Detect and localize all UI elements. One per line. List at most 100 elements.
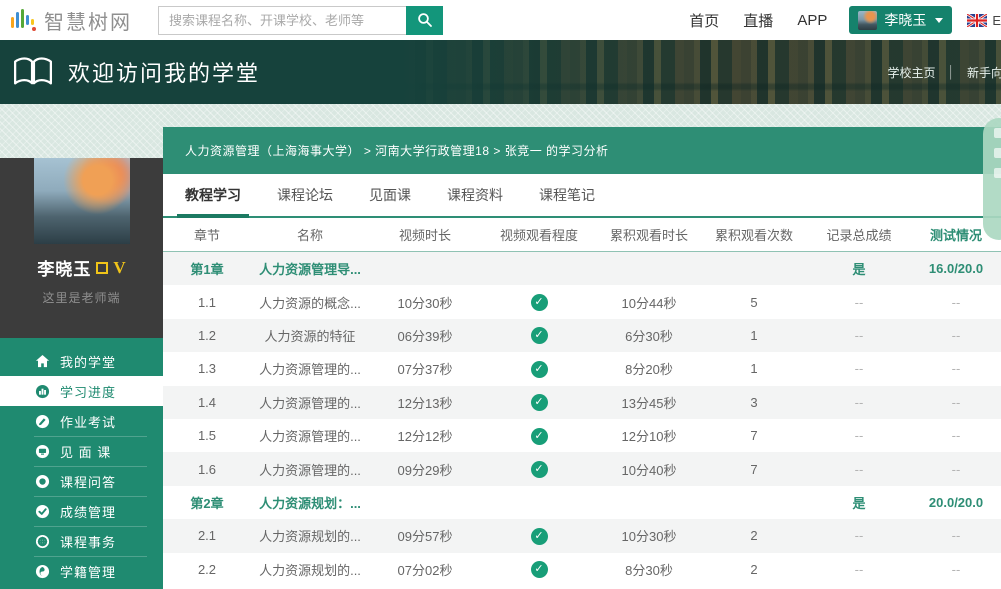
floating-widget[interactable]: [983, 118, 1001, 240]
newbie-guide-link[interactable]: 新手向导: [967, 64, 1001, 81]
nav-live-link[interactable]: 直播: [743, 10, 773, 31]
breadcrumb: 人力资源管理（上海海事大学） > 河南大学行政管理18 > 张竞一 的学习分析: [163, 127, 1001, 174]
sidebar-item-learning-progress[interactable]: 学习进度: [0, 376, 163, 406]
column-header-section: 章节: [163, 225, 251, 244]
cell-watch-count: 7: [701, 462, 807, 477]
search-icon: [417, 12, 433, 28]
welcome-banner: 欢迎访问我的学堂 学校主页 │ 新手向导: [0, 40, 1001, 104]
language-switcher[interactable]: E: [967, 13, 1001, 28]
cell-section: 1.6: [163, 462, 251, 477]
cell-name: 人力资源的特征: [251, 326, 369, 345]
cell-watch-degree: ✓: [481, 293, 597, 311]
sidebar-item-label: 我的学堂: [60, 352, 116, 371]
sidebar-item-course-qa[interactable]: 课程问答: [0, 466, 163, 496]
logo-bars-icon: [10, 7, 37, 34]
cell-watch-degree: ✓: [481, 427, 597, 445]
cell-video-duration: 10分30秒: [369, 293, 481, 312]
cell-test-status: --: [911, 462, 1001, 477]
chevron-down-icon: [935, 18, 943, 23]
table-row: 2.2 人力资源规划的... 07分02秒 ✓ 8分30秒 2 -- --: [163, 553, 1001, 586]
school-home-link[interactable]: 学校主页: [887, 64, 935, 81]
profile-avatar: [34, 158, 130, 244]
sidebar-item-course-affairs[interactable]: 课程事务: [0, 526, 163, 556]
tab-meeting-class[interactable]: 见面课: [369, 174, 411, 216]
student-roster-icon: [34, 564, 51, 579]
cell-section: 1.3: [163, 361, 251, 376]
cell-watch-degree: ✓: [481, 360, 597, 378]
language-label: E: [992, 13, 1001, 28]
search-button[interactable]: [406, 6, 443, 35]
tab-course-forum[interactable]: 课程论坛: [277, 174, 333, 216]
sidebar-item-grade-management[interactable]: 成绩管理: [0, 496, 163, 526]
watched-check-icon: ✓: [531, 294, 548, 311]
floating-widget-dot: [994, 148, 1001, 158]
sidebar-item-label: 成绩管理: [60, 502, 116, 521]
user-dropdown[interactable]: 李晓玉: [849, 6, 952, 34]
search-input[interactable]: [158, 6, 406, 35]
sidebar: 李晓玉 V 这里是老师端 我的学堂 学习进度 作业考试: [0, 127, 163, 589]
cell-recorded-score: --: [807, 395, 911, 410]
breadcrumb-text: 人力资源管理（上海海事大学） > 河南大学行政管理18 > 张竞一 的学习分析: [185, 142, 609, 159]
cell-total-time: 8分20秒: [597, 359, 701, 378]
cell-recorded-score: --: [807, 462, 911, 477]
sidebar-item-student-roster[interactable]: 学籍管理: [0, 556, 163, 586]
uk-flag-icon: [967, 14, 987, 27]
cell-section: 第2章: [163, 493, 251, 512]
sidebar-item-label: 课程问答: [60, 472, 116, 491]
cell-watch-count: 3: [701, 395, 807, 410]
cell-name: 人力资源规划：...: [251, 493, 369, 512]
cell-watch-degree: ✓: [481, 326, 597, 344]
brand-name: 智慧树网: [44, 6, 132, 35]
sidebar-menu: 我的学堂 学习进度 作业考试 见 面 课 课程问答: [0, 338, 163, 589]
table-header: 章节 名称 视频时长 视频观看程度 累积观看时长 累积观看次数 记录总成绩 测试…: [163, 218, 1001, 252]
cell-test-status: --: [911, 361, 1001, 376]
cell-test-status: --: [911, 328, 1001, 343]
sidebar-item-meeting-class[interactable]: 见 面 课: [0, 436, 163, 466]
cell-total-time: 10分30秒: [597, 526, 701, 545]
profile-name: 李晓玉: [37, 255, 91, 280]
cell-watch-degree: ✓: [481, 527, 597, 545]
cell-total-time: 13分45秒: [597, 393, 701, 412]
cell-video-duration: 07分37秒: [369, 359, 481, 378]
cell-name: 人力资源管理的...: [251, 393, 369, 412]
table-row: 1.5 人力资源管理的... 12分12秒 ✓ 12分10秒 7 -- --: [163, 419, 1001, 452]
nav-app-link[interactable]: APP: [797, 12, 827, 29]
open-book-icon: [12, 56, 54, 88]
brand-logo[interactable]: 智慧树网: [10, 6, 132, 35]
content-panel: 教程学习 课程论坛 见面课 课程资料 课程笔记 章节 名称 视频时长 视频观看程…: [163, 174, 1001, 589]
cell-total-time: 12分10秒: [597, 426, 701, 445]
cell-test-status: 16.0/20.0: [911, 261, 1001, 276]
table-row: 第2章 人力资源规划：... 是 20.0/20.0: [163, 486, 1001, 519]
tab-course-notes[interactable]: 课程笔记: [539, 174, 595, 216]
column-header-watch-degree: 视频观看程度: [481, 225, 597, 244]
cell-recorded-score: --: [807, 295, 911, 310]
cell-video-duration: 07分02秒: [369, 560, 481, 579]
sidebar-item-homework-exam[interactable]: 作业考试: [0, 406, 163, 436]
sidebar-item-label: 见 面 课: [60, 442, 111, 461]
cell-name: 人力资源的概念...: [251, 293, 369, 312]
cell-total-time: 6分30秒: [597, 326, 701, 345]
course-affairs-icon: [34, 534, 51, 549]
user-name: 李晓玉: [884, 10, 926, 30]
cell-recorded-score: --: [807, 328, 911, 343]
watched-check-icon: ✓: [531, 327, 548, 344]
table-row: 1.6 人力资源管理的... 09分29秒 ✓ 10分40秒 7 -- --: [163, 452, 1001, 485]
sidebar-item-my-classroom[interactable]: 我的学堂: [0, 346, 163, 376]
table-row: 第1章 人力资源管理导... 是 16.0/20.0: [163, 252, 1001, 285]
top-header: 智慧树网 首页 直播 APP 李晓玉 E: [0, 0, 1001, 40]
cell-name: 人力资源管理导...: [251, 259, 369, 278]
frame-badge-icon: [96, 262, 108, 274]
cell-recorded-score: 是: [807, 259, 911, 278]
cell-section: 2.1: [163, 528, 251, 543]
floating-widget-dot: [994, 128, 1001, 138]
sidebar-item-label: 课程事务: [60, 532, 116, 551]
tab-course-materials[interactable]: 课程资料: [447, 174, 503, 216]
table-row: 1.1 人力资源的概念... 10分30秒 ✓ 10分44秒 5 -- --: [163, 285, 1001, 318]
meeting-class-icon: [34, 444, 51, 459]
nav-home-link[interactable]: 首页: [689, 10, 719, 31]
cell-watch-count: 2: [701, 562, 807, 577]
cell-test-status: --: [911, 562, 1001, 577]
banner-links-divider: │: [947, 65, 955, 79]
user-avatar-small: [858, 11, 877, 30]
tab-course-learning[interactable]: 教程学习: [185, 174, 241, 216]
